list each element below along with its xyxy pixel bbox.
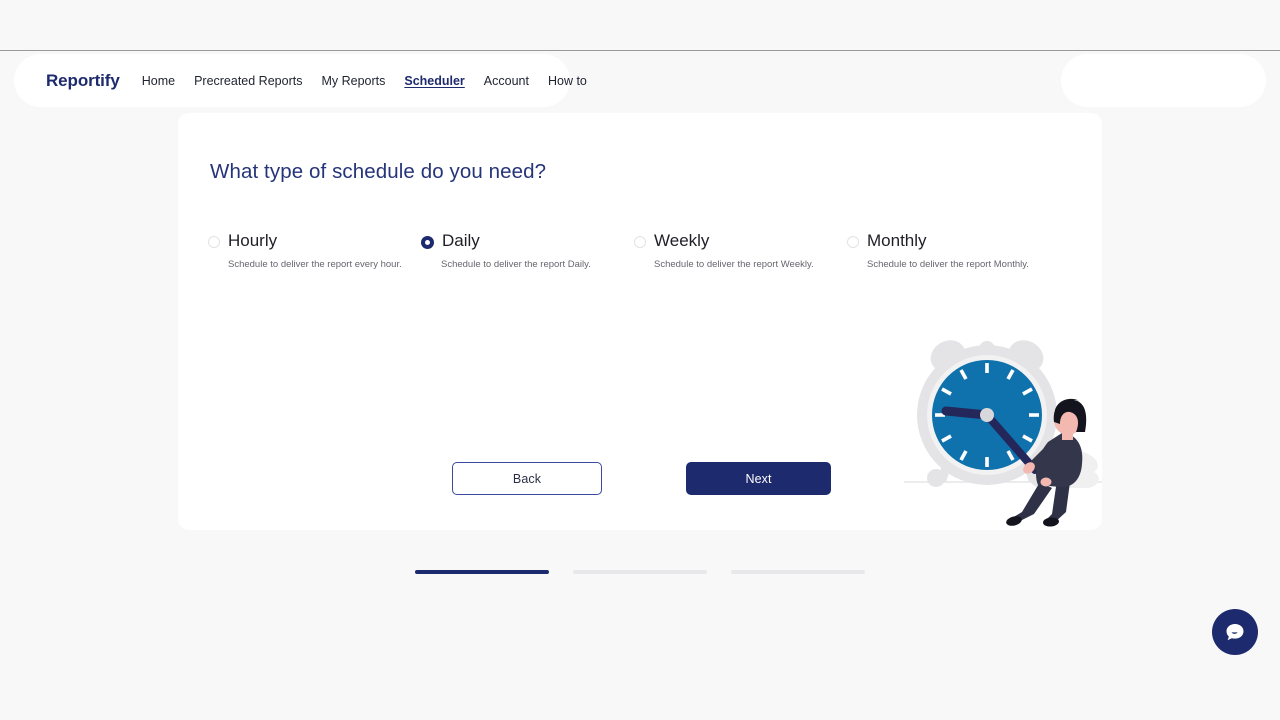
progress-step-2[interactable] — [573, 570, 707, 574]
schedule-type-card: What type of schedule do you need? Hourl… — [178, 113, 1102, 530]
nav-item-scheduler[interactable]: Scheduler — [404, 74, 464, 88]
nav-item-account[interactable]: Account — [484, 74, 529, 88]
nav-item-my-reports[interactable]: My Reports — [321, 74, 385, 88]
clock-illustration — [904, 340, 1102, 527]
option-weekly-head: Weekly — [634, 229, 847, 253]
navbar: Reportify Home Precreated Reports My Rep… — [14, 54, 587, 107]
schedule-type-options: Hourly Schedule to deliver the report ev… — [208, 229, 1074, 271]
chat-bubble-icon — [1226, 624, 1244, 641]
progress-step-1[interactable] — [415, 570, 549, 574]
option-daily-label: Daily — [442, 231, 480, 250]
progress-step-3[interactable] — [731, 570, 865, 574]
option-daily[interactable]: Daily Schedule to deliver the report Dai… — [421, 229, 634, 271]
header-divider — [0, 50, 1280, 51]
navbar-right-panel[interactable] — [1061, 54, 1266, 107]
back-button[interactable]: Back — [452, 462, 602, 495]
chat-button[interactable] — [1212, 609, 1258, 655]
radio-monthly[interactable] — [847, 236, 859, 248]
option-monthly[interactable]: Monthly Schedule to deliver the report M… — [847, 229, 1060, 271]
option-monthly-head: Monthly — [847, 229, 1060, 253]
option-daily-head: Daily — [421, 229, 634, 253]
page-title: What type of schedule do you need? — [210, 160, 547, 183]
option-daily-description: Schedule to deliver the report Daily. — [441, 259, 591, 270]
progress-steps — [415, 570, 865, 574]
option-weekly[interactable]: Weekly Schedule to deliver the report We… — [634, 229, 847, 271]
next-button[interactable]: Next — [686, 462, 831, 495]
option-monthly-label: Monthly — [867, 231, 927, 250]
brand-logo[interactable]: Reportify — [46, 71, 120, 91]
radio-weekly[interactable] — [634, 236, 646, 248]
option-monthly-description: Schedule to deliver the report Monthly. — [867, 259, 1029, 270]
radio-daily[interactable] — [421, 235, 434, 249]
option-hourly-head: Hourly — [208, 229, 421, 253]
nav-links: Home Precreated Reports My Reports Sched… — [142, 74, 587, 88]
nav-item-how-to[interactable]: How to — [548, 74, 587, 88]
person-figure — [1006, 398, 1087, 527]
option-weekly-description: Schedule to deliver the report Weekly. — [654, 259, 814, 270]
option-hourly[interactable]: Hourly Schedule to deliver the report ev… — [208, 229, 421, 271]
option-weekly-label: Weekly — [654, 231, 710, 250]
nav-item-precreated-reports[interactable]: Precreated Reports — [194, 74, 302, 88]
nav-item-home[interactable]: Home — [142, 74, 175, 88]
option-hourly-label: Hourly — [228, 231, 278, 250]
option-hourly-description: Schedule to deliver the report every hou… — [228, 259, 402, 270]
radio-hourly[interactable] — [208, 236, 220, 248]
